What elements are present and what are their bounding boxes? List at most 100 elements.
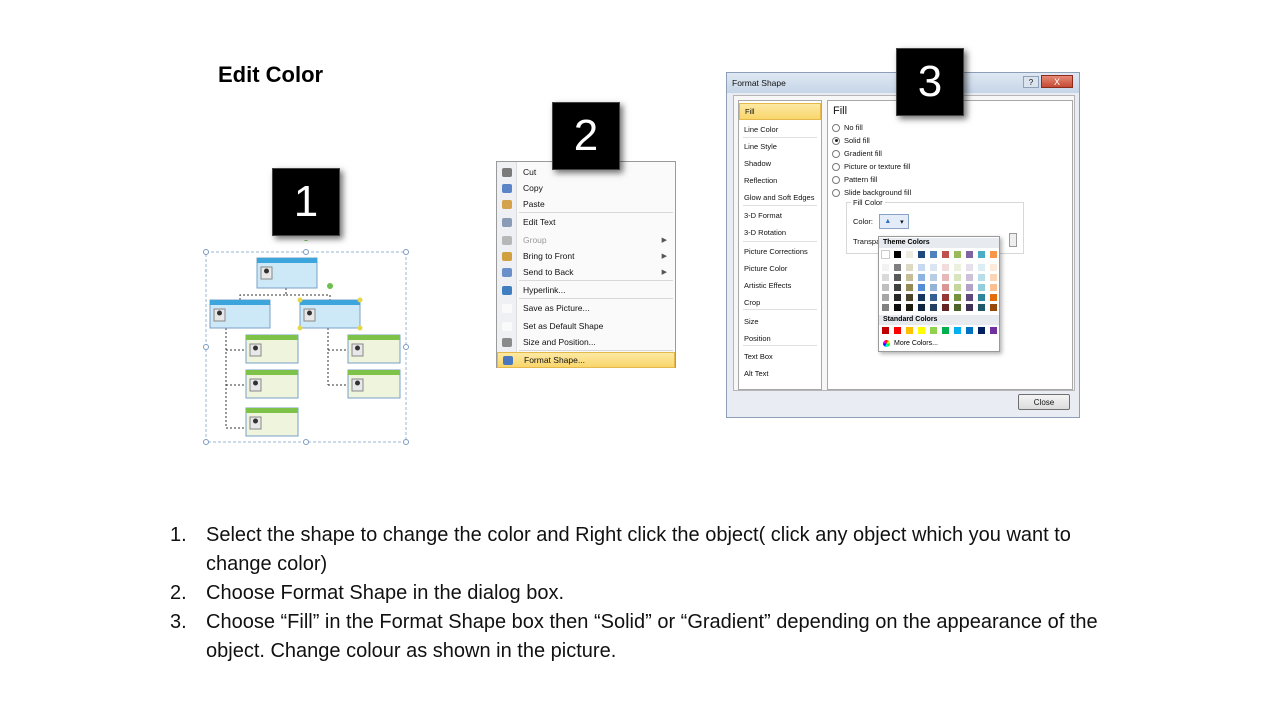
theme-color-shade-swatch[interactable]	[942, 304, 949, 311]
menu-item-paste[interactable]: Paste	[497, 196, 675, 212]
theme-color-shade-swatch[interactable]	[882, 274, 889, 281]
radio-no-fill[interactable]: No fill	[832, 123, 863, 132]
radio-button[interactable]	[832, 188, 840, 197]
theme-color-shade-swatch[interactable]	[942, 274, 949, 281]
theme-color-swatch[interactable]	[990, 251, 997, 258]
theme-color-shade-swatch[interactable]	[954, 294, 961, 301]
nav-item-shadow[interactable]: Shadow	[739, 155, 821, 172]
radio-gradient-fill[interactable]: Gradient fill	[832, 149, 882, 158]
help-button[interactable]: ?	[1023, 76, 1039, 88]
standard-color-swatch[interactable]	[978, 327, 985, 334]
theme-color-swatch[interactable]	[930, 251, 937, 258]
nav-item-reflection[interactable]: Reflection	[739, 172, 821, 189]
theme-color-shade-swatch[interactable]	[906, 284, 913, 291]
theme-color-shade-swatch[interactable]	[882, 264, 889, 271]
org-chart-illustration[interactable]	[200, 240, 412, 446]
theme-color-shade-swatch[interactable]	[954, 274, 961, 281]
nav-item-size[interactable]: Size	[739, 313, 821, 330]
theme-color-shade-swatch[interactable]	[906, 304, 913, 311]
theme-color-shade-swatch[interactable]	[918, 284, 925, 291]
radio-solid-fill[interactable]: Solid fill	[832, 136, 870, 145]
theme-color-shade-swatch[interactable]	[954, 284, 961, 291]
radio-button[interactable]	[832, 136, 840, 145]
nav-item-line-style[interactable]: Line Style	[739, 138, 821, 155]
theme-color-shade-swatch[interactable]	[882, 304, 889, 311]
theme-color-swatch[interactable]	[894, 251, 901, 258]
menu-item-format-shape[interactable]: Format Shape...	[497, 352, 675, 368]
radio-button[interactable]	[832, 162, 840, 171]
color-picker-button[interactable]: ▲ ▾	[879, 214, 909, 229]
theme-color-shade-swatch[interactable]	[978, 264, 985, 271]
theme-color-shade-swatch[interactable]	[954, 264, 961, 271]
nav-item-3-d-rotation[interactable]: 3-D Rotation	[739, 224, 821, 241]
theme-color-shade-swatch[interactable]	[906, 264, 913, 271]
theme-color-shade-swatch[interactable]	[882, 294, 889, 301]
standard-color-swatch[interactable]	[966, 327, 973, 334]
radio-slide-background-fill[interactable]: Slide background fill	[832, 188, 911, 197]
nav-item-fill[interactable]: Fill	[739, 103, 821, 120]
nav-item-line-color[interactable]: Line Color	[739, 121, 821, 138]
theme-color-shade-swatch[interactable]	[978, 304, 985, 311]
radio-button[interactable]	[832, 149, 840, 158]
theme-color-shade-swatch[interactable]	[990, 294, 997, 301]
close-x-button[interactable]: X	[1041, 75, 1073, 88]
theme-color-shade-swatch[interactable]	[942, 294, 949, 301]
theme-color-shade-swatch[interactable]	[894, 264, 901, 271]
theme-color-shade-swatch[interactable]	[906, 274, 913, 281]
menu-item-copy[interactable]: Copy	[497, 180, 675, 196]
theme-color-shade-swatch[interactable]	[990, 264, 997, 271]
transparency-spinner[interactable]	[1009, 233, 1017, 247]
menu-item-edit-text[interactable]: Edit Text	[497, 214, 675, 230]
theme-color-shade-swatch[interactable]	[930, 264, 937, 271]
menu-item-hyperlink[interactable]: Hyperlink...	[497, 282, 675, 298]
close-button[interactable]: Close	[1018, 394, 1070, 410]
standard-color-swatch[interactable]	[882, 327, 889, 334]
theme-color-shade-swatch[interactable]	[894, 274, 901, 281]
radio-button[interactable]	[832, 175, 840, 184]
theme-color-shade-swatch[interactable]	[930, 304, 937, 311]
theme-color-shade-swatch[interactable]	[894, 284, 901, 291]
theme-color-shade-swatch[interactable]	[906, 294, 913, 301]
theme-color-shade-swatch[interactable]	[918, 274, 925, 281]
theme-color-shade-swatch[interactable]	[954, 304, 961, 311]
theme-color-shade-swatch[interactable]	[966, 284, 973, 291]
theme-color-shade-swatch[interactable]	[918, 294, 925, 301]
standard-color-swatch[interactable]	[942, 327, 949, 334]
theme-color-shade-swatch[interactable]	[930, 274, 937, 281]
theme-color-shade-swatch[interactable]	[894, 294, 901, 301]
theme-color-shade-swatch[interactable]	[966, 274, 973, 281]
theme-color-shade-swatch[interactable]	[882, 284, 889, 291]
theme-color-shade-swatch[interactable]	[990, 304, 997, 311]
theme-color-shade-swatch[interactable]	[990, 274, 997, 281]
nav-item-picture-corrections[interactable]: Picture Corrections	[739, 243, 821, 260]
standard-color-swatch[interactable]	[930, 327, 937, 334]
radio-pattern-fill[interactable]: Pattern fill	[832, 175, 877, 184]
theme-color-shade-swatch[interactable]	[942, 284, 949, 291]
standard-color-swatch[interactable]	[906, 327, 913, 334]
more-colors-option[interactable]: More Colors...	[883, 340, 938, 347]
nav-item-3-d-format[interactable]: 3-D Format	[739, 207, 821, 224]
menu-item-send-to-back[interactable]: Send to Back ▶	[497, 264, 675, 280]
nav-item-glow-and-soft-edges[interactable]: Glow and Soft Edges	[739, 189, 821, 206]
theme-color-swatch[interactable]	[906, 251, 913, 258]
nav-item-artistic-effects[interactable]: Artistic Effects	[739, 277, 821, 294]
theme-color-swatch[interactable]	[881, 250, 890, 259]
menu-item-save-as-picture[interactable]: Save as Picture...	[497, 300, 675, 316]
theme-color-swatch[interactable]	[966, 251, 973, 258]
nav-item-picture-color[interactable]: Picture Color	[739, 260, 821, 277]
theme-color-shade-swatch[interactable]	[918, 304, 925, 311]
menu-item-bring-to-front[interactable]: Bring to Front ▶	[497, 248, 675, 264]
theme-color-shade-swatch[interactable]	[978, 294, 985, 301]
theme-color-shade-swatch[interactable]	[978, 284, 985, 291]
theme-color-shade-swatch[interactable]	[966, 264, 973, 271]
theme-color-shade-swatch[interactable]	[930, 294, 937, 301]
theme-color-swatch[interactable]	[954, 251, 961, 258]
menu-item-set-as-default-shape[interactable]: Set as Default Shape	[497, 318, 675, 334]
standard-color-swatch[interactable]	[990, 327, 997, 334]
nav-item-text-box[interactable]: Text Box	[739, 348, 821, 365]
standard-color-swatch[interactable]	[894, 327, 901, 334]
standard-color-swatch[interactable]	[918, 327, 925, 334]
theme-color-shade-swatch[interactable]	[990, 284, 997, 291]
theme-color-shade-swatch[interactable]	[930, 284, 937, 291]
theme-color-swatch[interactable]	[978, 251, 985, 258]
